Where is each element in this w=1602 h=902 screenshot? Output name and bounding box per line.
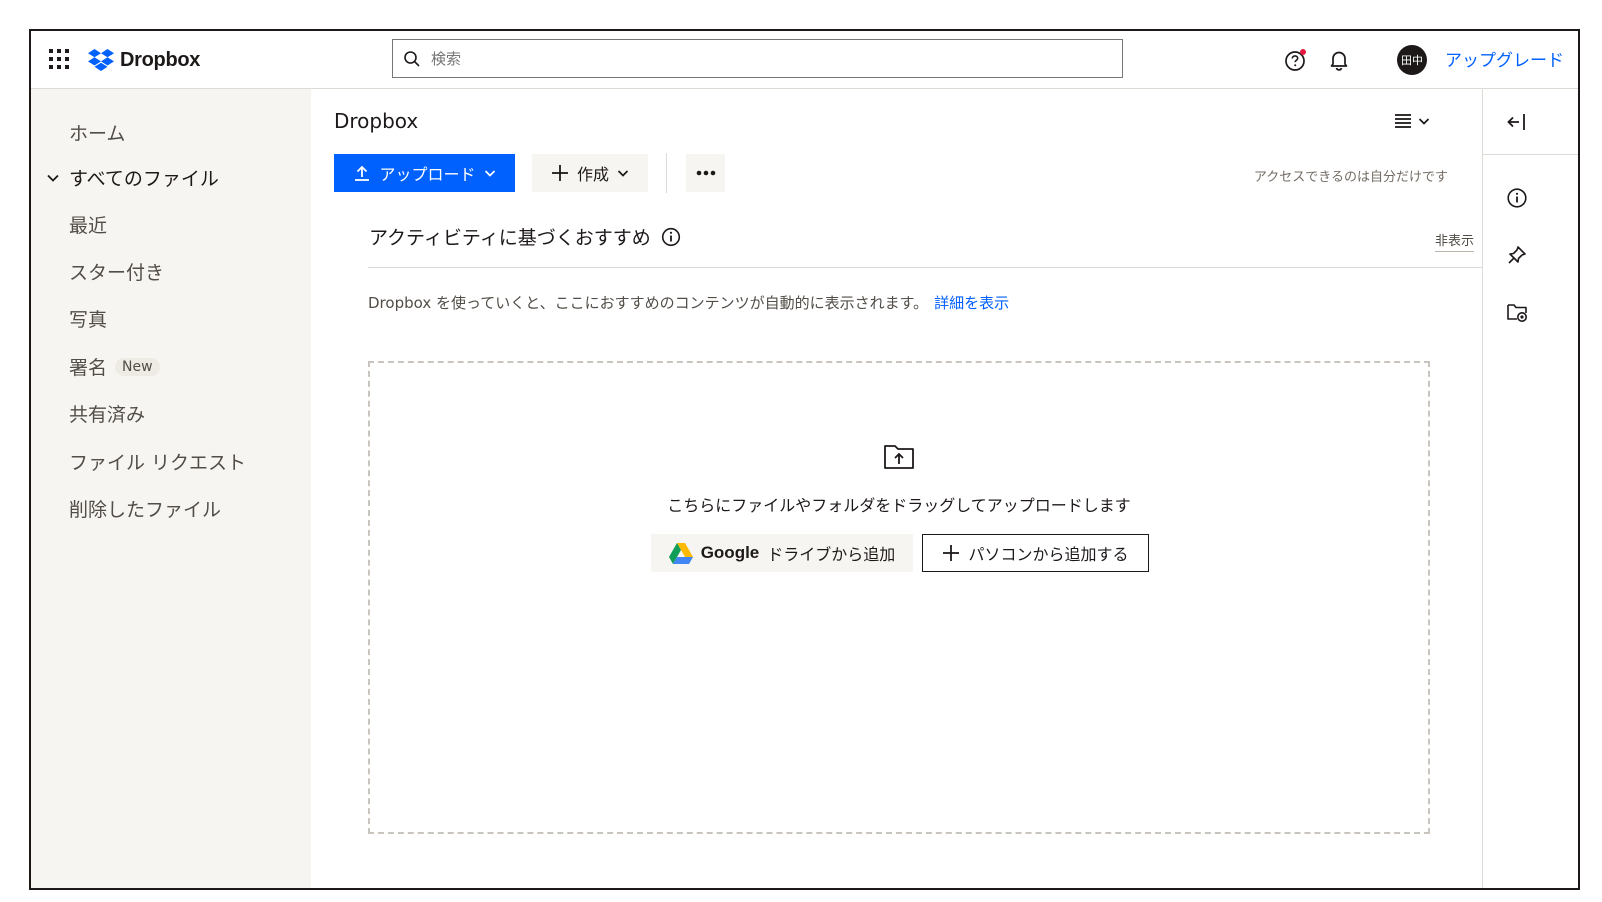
folder-activity-icon[interactable] xyxy=(1505,300,1529,324)
sidebar-item-label: ホーム xyxy=(69,123,126,145)
sidebar-item-recent[interactable]: 最近 xyxy=(69,211,107,238)
right-rail xyxy=(1482,89,1578,888)
upload-dropzone[interactable]: こちらにファイルやフォルダをドラッグしてアップロードします Google ドライ… xyxy=(368,361,1430,834)
google-brand-text: Google xyxy=(700,543,760,562)
search-icon xyxy=(404,50,420,67)
folder-upload-icon xyxy=(884,445,914,469)
dropzone-text: こちらにファイルやフォルダをドラッグしてアップロードします xyxy=(667,496,1131,515)
top-bar: Dropbox 検索 田中 アップグレード xyxy=(31,31,1578,89)
sidebar-item-signatures[interactable]: 署名 New xyxy=(69,353,160,380)
notification-dot xyxy=(1300,49,1306,55)
more-icon xyxy=(696,170,715,176)
avatar[interactable]: 田中 xyxy=(1397,45,1427,75)
pin-icon[interactable] xyxy=(1505,243,1529,267)
info-icon[interactable] xyxy=(661,227,681,247)
sidebar-item-label: 署名 xyxy=(69,357,108,379)
info-icon[interactable] xyxy=(1505,186,1529,210)
google-drive-icon xyxy=(668,542,693,564)
plus-icon xyxy=(551,165,568,181)
details-link[interactable]: 詳細を表示 xyxy=(934,294,1009,312)
app-window: Dropbox 検索 田中 アップグレード ホーム すべてのファイル 最近 スタ… xyxy=(29,29,1580,890)
sidebar-item-label: 共有済み xyxy=(69,404,146,426)
recommendations-text: Dropbox を使っていくと、ここにおすすめのコンテンツが自動的に表示されます… xyxy=(368,294,929,312)
main-content: Dropbox アップロード 作成 アクセスできるのは自分だけです アクティビテ… xyxy=(312,89,1482,888)
chevron-down-icon xyxy=(484,170,495,177)
dropbox-logo-icon xyxy=(88,49,114,71)
sidebar-item-label: ファイル リクエスト xyxy=(69,452,247,474)
recommendations-description: Dropbox を使っていくと、ここにおすすめのコンテンツが自動的に表示されます… xyxy=(368,292,1009,313)
gdrive-label: ドライブから追加 xyxy=(767,545,896,564)
sidebar-item-home[interactable]: ホーム xyxy=(69,119,125,146)
sidebar-item-label: 削除したファイル xyxy=(69,499,222,521)
toolbar-divider xyxy=(666,153,667,193)
create-button[interactable]: 作成 xyxy=(532,154,648,192)
rail-header xyxy=(1483,89,1578,155)
pc-label: パソコンから追加する xyxy=(968,545,1129,564)
sidebar-item-starred[interactable]: スター付き xyxy=(69,258,164,285)
chevron-down-icon xyxy=(617,170,629,177)
search-input[interactable]: 検索 xyxy=(392,39,1123,78)
chevron-down-icon xyxy=(1418,118,1430,125)
access-note: アクセスできるのは自分だけです xyxy=(1253,170,1448,185)
plus-icon xyxy=(943,545,960,561)
add-from-computer-button[interactable]: パソコンから追加する xyxy=(922,534,1149,572)
upgrade-link[interactable]: アップグレード xyxy=(1445,46,1564,71)
sidebar-item-deleted-files[interactable]: 削除したファイル xyxy=(69,495,221,522)
sidebar: ホーム すべてのファイル 最近 スター付き 写真 署名 New 共有済み ファイ… xyxy=(31,89,311,888)
new-badge: New xyxy=(115,357,160,376)
list-view-icon xyxy=(1395,114,1411,128)
more-options-button[interactable] xyxy=(686,154,725,192)
section-divider xyxy=(368,267,1482,268)
sidebar-item-label: 最近 xyxy=(69,215,108,237)
chevron-down-icon[interactable] xyxy=(45,170,61,186)
brand-name: Dropbox xyxy=(120,48,201,71)
dropbox-logo[interactable]: Dropbox xyxy=(88,46,200,74)
create-label: 作成 xyxy=(576,165,609,184)
add-from-google-drive-button[interactable]: Google ドライブから追加 xyxy=(651,534,913,572)
sidebar-item-label: 写真 xyxy=(69,309,108,331)
bell-icon[interactable] xyxy=(1326,47,1352,73)
breadcrumb[interactable]: Dropbox xyxy=(334,109,418,133)
recommendations-title: アクティビティに基づくおすすめ xyxy=(369,227,651,249)
sidebar-item-all-files[interactable]: すべてのファイル xyxy=(45,164,219,191)
sidebar-item-shared[interactable]: 共有済み xyxy=(69,400,145,427)
hide-recommendations-button[interactable]: 非表示 xyxy=(1434,230,1474,252)
sidebar-item-label: すべてのファイル xyxy=(69,168,219,190)
view-options-button[interactable] xyxy=(1394,109,1440,133)
sidebar-item-file-requests[interactable]: ファイル リクエスト xyxy=(69,448,246,475)
app-grid-icon[interactable] xyxy=(49,49,69,69)
upload-button[interactable]: アップロード xyxy=(334,154,515,192)
collapse-panel-icon[interactable] xyxy=(1505,110,1529,134)
sidebar-item-photos[interactable]: 写真 xyxy=(69,305,107,332)
recommendations-heading: アクティビティに基づくおすすめ xyxy=(369,223,681,250)
help-icon[interactable] xyxy=(1283,47,1309,73)
search-placeholder: 検索 xyxy=(431,50,462,68)
sidebar-item-label: スター付き xyxy=(69,262,165,284)
upload-label: アップロード xyxy=(379,165,476,184)
upload-icon xyxy=(355,165,370,181)
